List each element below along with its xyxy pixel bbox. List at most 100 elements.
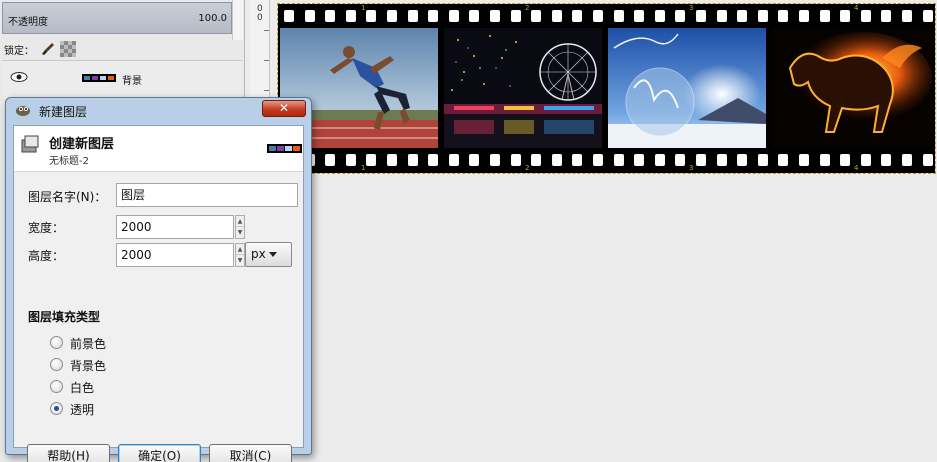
film-hole (799, 10, 809, 22)
spin-down-icon[interactable]: ▼ (236, 255, 244, 266)
film-hole (634, 10, 644, 22)
image-preview-thumbnail (267, 144, 302, 153)
film-hole (737, 10, 747, 22)
film-hole (449, 154, 459, 166)
height-label: 高度： (28, 249, 65, 263)
new-layer-dialog: 新建图层 ✕ 创建新图层 无标题-2 图层名字(N)： 图层 宽度： 2000 (5, 97, 312, 462)
cancel-button[interactable]: 取消(C) (209, 444, 292, 462)
film-hole (923, 10, 933, 22)
film-hole (840, 10, 850, 22)
radio-button[interactable] (50, 336, 63, 349)
fill-type-heading: 图层填充类型 (28, 310, 101, 324)
ok-button[interactable]: 确定(O) (118, 444, 201, 462)
image-canvas[interactable]: 1 2 3 4 1 2 3 4 (277, 3, 936, 174)
radio-button[interactable] (50, 358, 63, 371)
film-hole (572, 154, 582, 166)
film-hole (696, 10, 706, 22)
radio-label: 透明 (70, 403, 95, 417)
ruler-tick (264, 30, 269, 31)
film-hole (655, 154, 665, 166)
film-hole (737, 154, 747, 166)
radio-label: 背景色 (70, 359, 107, 373)
film-hole (552, 10, 562, 22)
lock-pixels-brush-icon[interactable] (40, 41, 56, 57)
lock-alpha-checker-icon[interactable] (60, 41, 76, 57)
film-hole (387, 10, 397, 22)
photo-fire-horse (772, 28, 932, 148)
film-hole (408, 10, 418, 22)
dialog-header: 创建新图层 无标题-2 (14, 126, 303, 172)
film-hole (428, 154, 438, 166)
film-hole (593, 10, 603, 22)
help-button[interactable]: 帮助(H) (27, 444, 110, 462)
film-hole (758, 10, 768, 22)
height-input[interactable]: 2000 (116, 243, 234, 267)
layer-thumbnail (82, 74, 116, 82)
film-hole (428, 10, 438, 22)
radio-button-checked[interactable] (50, 402, 63, 415)
frame-number: 4 (854, 4, 859, 12)
film-hole (552, 154, 562, 166)
film-hole (387, 154, 397, 166)
image-name: 无标题-2 (49, 156, 89, 167)
film-hole (325, 154, 335, 166)
layer-row-background[interactable]: 背景 (2, 65, 240, 91)
chevron-down-icon (269, 252, 277, 257)
frame-number: 1 (361, 4, 366, 12)
layer-name: 背景 (122, 76, 142, 87)
film-hole (717, 10, 727, 22)
film-hole (408, 154, 418, 166)
radio-label: 前景色 (70, 337, 107, 351)
spin-down-icon[interactable]: ▼ (236, 227, 244, 238)
close-button[interactable]: ✕ (262, 100, 306, 117)
visibility-eye-icon[interactable] (10, 71, 28, 83)
layer-name-input[interactable]: 图层 (116, 183, 298, 207)
film-hole (820, 10, 830, 22)
film-hole (675, 10, 685, 22)
spin-up-icon[interactable]: ▲ (236, 244, 244, 255)
unit-dropdown[interactable]: px (245, 242, 292, 267)
width-input[interactable]: 2000 (116, 215, 234, 239)
frame-number: 3 (689, 4, 694, 12)
film-hole (799, 154, 809, 166)
opacity-slider[interactable]: 不透明度 100.0 (2, 2, 232, 34)
film-hole (366, 154, 376, 166)
dialog-body: 创建新图层 无标题-2 图层名字(N)： 图层 宽度： 2000 ▲ ▼ 高度：… (13, 125, 304, 462)
film-hole (593, 154, 603, 166)
film-hole (325, 10, 335, 22)
radio-button[interactable] (50, 380, 63, 393)
film-hole (840, 154, 850, 166)
frame-number: 3 (689, 164, 694, 172)
film-hole (778, 154, 788, 166)
lock-label: 锁定： (4, 46, 34, 57)
film-hole (531, 154, 541, 166)
width-label: 宽度： (28, 221, 65, 235)
film-hole (490, 10, 500, 22)
film-hole (902, 154, 912, 166)
width-spinner[interactable]: ▲ ▼ (235, 215, 245, 239)
film-hole (820, 154, 830, 166)
dialog-title: 新建图层 (39, 105, 88, 119)
ruler-tick (264, 90, 269, 91)
film-hole (778, 10, 788, 22)
film-hole (717, 154, 727, 166)
height-spinner[interactable]: ▲ ▼ (235, 243, 245, 267)
dock-scrollbar[interactable] (232, 0, 243, 40)
gimp-app-icon (16, 106, 30, 116)
film-hole (346, 10, 356, 22)
opacity-value: 100.0 (198, 13, 227, 24)
frame-number: 1 (361, 164, 366, 172)
dialog-titlebar[interactable]: 新建图层 ✕ (6, 98, 311, 122)
film-hole (881, 10, 891, 22)
film-hole (511, 154, 521, 166)
radio-label: 白色 (70, 381, 95, 395)
layer-name-label: 图层名字(N)： (28, 190, 107, 204)
film-perforations-bottom (278, 150, 935, 170)
film-hole (758, 154, 768, 166)
film-hole (305, 10, 315, 22)
frame-number: 2 (525, 164, 530, 172)
film-hole (614, 154, 624, 166)
film-hole (572, 10, 582, 22)
film-hole (861, 10, 871, 22)
spin-up-icon[interactable]: ▲ (236, 216, 244, 227)
